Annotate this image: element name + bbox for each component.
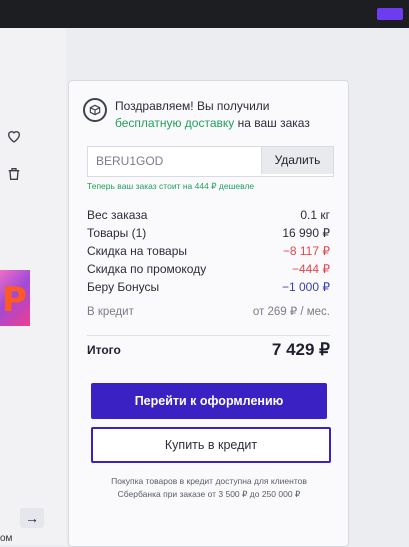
notification-badge[interactable] (377, 8, 403, 20)
product-thumbnail[interactable]: P (0, 270, 30, 326)
total-label: Итого (87, 343, 121, 357)
trash-icon[interactable] (6, 166, 22, 182)
total-value: 7 429 ₽ (271, 340, 330, 359)
row-value: −444 ₽ (292, 262, 330, 276)
congrats-text-start: Поздравляем! Вы получили (115, 99, 270, 113)
promo-code-input[interactable] (88, 147, 260, 174)
credit-label: В кредит (87, 306, 134, 318)
congrats-text-end: на ваш заказ (234, 116, 310, 130)
row-value: −1 000 ₽ (281, 280, 330, 294)
row-value: 16 990 ₽ (282, 226, 330, 240)
buy-on-credit-button[interactable]: Купить в кредит (91, 427, 331, 463)
row-label: Вес заказа (87, 208, 148, 222)
summary-row-promo-discount: Скидка по промокоду −444 ₽ (87, 260, 330, 278)
promo-code-block: Удалить (87, 146, 334, 177)
arrow-right-icon[interactable]: → (20, 508, 44, 528)
delete-promo-button[interactable]: Удалить (261, 147, 333, 174)
free-delivery-message: Поздравляем! Вы получили бесплатную дост… (83, 98, 333, 132)
free-delivery-link[interactable]: бесплатную доставку (115, 116, 234, 130)
row-label: Беру Бонусы (87, 280, 160, 294)
credit-note: Покупка товаров в кредит доступна для кл… (111, 476, 307, 499)
heart-icon[interactable] (6, 128, 22, 144)
congrats-text: Поздравляем! Вы получили бесплатную дост… (115, 98, 333, 132)
top-bar (0, 0, 409, 28)
summary-rows: Вес заказа 0.1 кг Товары (1) 16 990 ₽ Ск… (87, 206, 330, 322)
row-label: Скидка по промокоду (87, 262, 207, 276)
summary-row-bonuses: Беру Бонусы −1 000 ₽ (87, 278, 330, 296)
order-summary-card: Поздравляем! Вы получили бесплатную дост… (68, 80, 349, 547)
row-label: Товары (1) (87, 226, 147, 240)
delivery-box-icon (83, 98, 107, 122)
row-value: 0.1 кг (300, 208, 330, 222)
row-value: −8 117 ₽ (282, 244, 330, 258)
total-row: Итого 7 429 ₽ (87, 340, 330, 360)
row-label: Скидка на товары (87, 244, 188, 258)
summary-row-credit: В кредит от 269 ₽ / мес. (87, 302, 330, 322)
cart-items-column: P → ом (0, 28, 66, 545)
checkout-button[interactable]: Перейти к оформлению (91, 383, 327, 419)
truncated-text: ом (0, 533, 13, 544)
divider (87, 335, 330, 336)
promo-saving-text: Теперь ваш заказ стоит на 444 ₽ дешевле (87, 181, 255, 191)
thumbnail-letter: P (2, 280, 27, 320)
credit-value: от 269 ₽ / мес. (252, 306, 330, 318)
summary-row-goods-discount: Скидка на товары −8 117 ₽ (87, 242, 330, 260)
summary-row-weight: Вес заказа 0.1 кг (87, 206, 330, 224)
summary-row-goods: Товары (1) 16 990 ₽ (87, 224, 330, 242)
